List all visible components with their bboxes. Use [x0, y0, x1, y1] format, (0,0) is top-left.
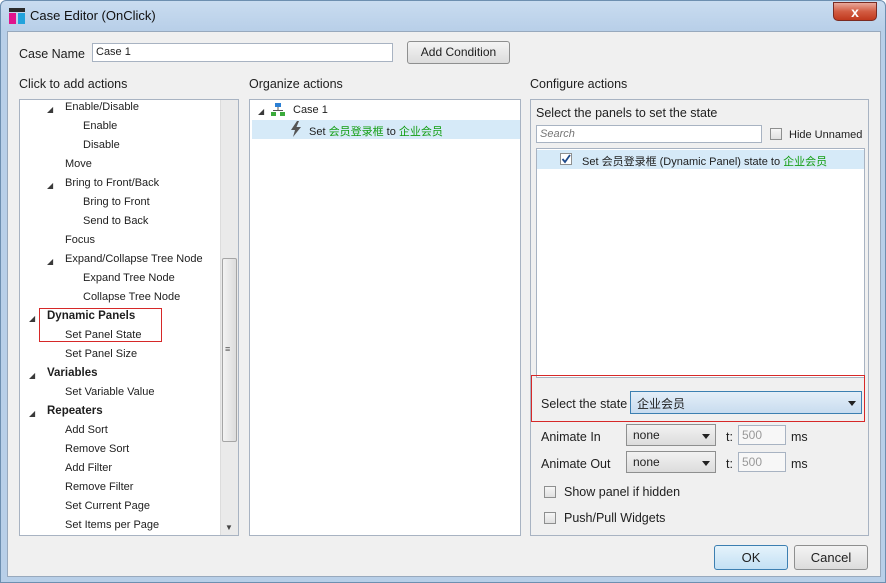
action-item[interactable]: Set Current Page — [65, 500, 150, 512]
action-item[interactable]: Focus — [65, 234, 95, 246]
panels-list: Set 会员登录框 (Dynamic Panel) state to 企业会员 — [536, 148, 865, 378]
panel-row-checkbox[interactable] — [560, 153, 572, 165]
animate-in-t-label: t: — [726, 430, 733, 444]
case-editor-window: Case Editor (OnClick) x Case Name Case 1… — [0, 0, 886, 583]
close-icon: x — [851, 4, 859, 20]
animate-out-label: Animate Out — [541, 457, 611, 471]
actions-list-heading: Click to add actions — [19, 77, 128, 91]
action-item[interactable]: Set Panel Size — [65, 348, 137, 360]
action-item[interactable]: Disable — [83, 139, 120, 151]
animate-in-ms-label: ms — [791, 430, 808, 444]
tree-expander-icon[interactable]: ◢ — [47, 181, 53, 190]
hide-unnamed-checkbox[interactable] — [770, 128, 782, 140]
action-item[interactable]: Bring to Front — [83, 196, 150, 208]
tree-expander-icon[interactable]: ◢ — [29, 371, 35, 380]
hide-unnamed-label: Hide Unnamed — [789, 129, 863, 141]
app-icon — [9, 8, 25, 24]
case-node[interactable]: Case 1 — [293, 104, 328, 116]
action-item[interactable]: Set Variable Value — [65, 386, 154, 398]
show-if-hidden-checkbox[interactable] — [544, 486, 556, 498]
panel-row-text: Set 会员登录框 (Dynamic Panel) state to 企业会员 — [582, 153, 827, 169]
panel-row-state: 企业会员 — [783, 156, 828, 168]
animate-in-label: Animate In — [541, 430, 601, 444]
action-item[interactable]: Move — [65, 158, 92, 170]
case-expander-icon[interactable]: ◢ — [258, 107, 264, 116]
organize-actions-heading: Organize actions — [249, 77, 343, 91]
dialog-body: Case Name Case 1 Add Condition Click to … — [7, 31, 881, 577]
action-prefix: Set — [309, 126, 329, 138]
select-state-label: Select the state — [541, 397, 628, 411]
ok-button[interactable]: OK — [714, 545, 788, 570]
lightning-icon — [291, 121, 301, 137]
close-button[interactable]: x — [833, 2, 877, 21]
tree-expander-icon[interactable]: ◢ — [47, 257, 53, 266]
case-name-label: Case Name — [19, 47, 85, 61]
action-item[interactable]: Expand Tree Node — [83, 272, 175, 284]
action-item[interactable]: Collapse Tree Node — [83, 291, 180, 303]
action-item[interactable]: Bring to Front/Back — [65, 177, 159, 189]
animate-out-select[interactable]: none — [626, 451, 716, 473]
action-category[interactable]: Variables — [47, 367, 98, 379]
tree-expander-icon[interactable]: ◢ — [47, 105, 53, 114]
animate-out-value: none — [633, 455, 660, 469]
action-item[interactable]: Add Sort — [65, 424, 108, 436]
select-panels-heading: Select the panels to set the state — [536, 106, 718, 120]
checkmark-icon — [561, 154, 571, 164]
action-item[interactable]: Set Items per Page — [65, 519, 159, 531]
cancel-button[interactable]: Cancel — [794, 545, 868, 570]
action-item[interactable]: Expand/Collapse Tree Node — [65, 253, 203, 265]
panel-search-input[interactable] — [536, 125, 762, 143]
grip-icon: ≡ — [225, 344, 231, 354]
animate-in-select[interactable]: none — [626, 424, 716, 446]
action-to: to — [383, 126, 399, 138]
animate-in-duration-input[interactable]: 500 — [738, 425, 786, 445]
panel-row-prefix: Set 会员登录框 (Dynamic Panel) state to — [582, 156, 784, 168]
state-select[interactable]: 企业会员 — [630, 391, 862, 414]
action-panel-name: 会员登录框 — [328, 126, 384, 138]
animate-out-duration-input[interactable]: 500 — [738, 452, 786, 472]
highlight-box-set-panel-state — [39, 308, 162, 342]
animate-in-value: none — [633, 428, 660, 442]
panel-row[interactable]: Set 会员登录框 (Dynamic Panel) state to 企业会员 — [537, 150, 864, 169]
case-tree-icon — [271, 103, 285, 116]
case-name-input[interactable]: Case 1 — [92, 43, 393, 62]
actions-tree-panel: ◢ Enable/Disable Enable Disable Move ◢ Bring t… — [19, 99, 239, 536]
action-category[interactable]: Repeaters — [47, 405, 103, 417]
actions-tree-scrollbar[interactable]: ≡ ▼ — [220, 100, 238, 535]
action-item[interactable]: Add Filter — [65, 462, 112, 474]
action-item[interactable]: Enable — [83, 120, 117, 132]
add-condition-button[interactable]: Add Condition — [407, 41, 510, 64]
title-bar[interactable]: Case Editor (OnClick) x — [1, 1, 885, 31]
action-state-name: 企业会员 — [398, 126, 443, 138]
organize-actions-panel: ◢ Case 1 Set 会员登录框 to 企业会员 — [249, 99, 521, 536]
action-item[interactable]: Send to Back — [83, 215, 148, 227]
action-row[interactable]: Set 会员登录框 to 企业会员 — [252, 120, 520, 139]
tree-expander-icon[interactable]: ◢ — [29, 409, 35, 418]
tree-expander-icon[interactable]: ◢ — [29, 314, 35, 323]
push-pull-label: Push/Pull Widgets — [564, 511, 666, 525]
action-item[interactable]: Enable/Disable — [65, 101, 139, 113]
dropdown-arrow-icon — [702, 434, 710, 439]
animate-out-t-label: t: — [726, 457, 733, 471]
dropdown-arrow-icon — [848, 401, 856, 406]
state-select-value: 企业会员 — [637, 397, 686, 411]
animate-out-ms-label: ms — [791, 457, 808, 471]
action-item[interactable]: Remove Filter — [65, 481, 133, 493]
action-text: Set 会员登录框 to 企业会员 — [309, 123, 443, 139]
configure-actions-panel: Select the panels to set the state Hide … — [530, 99, 869, 536]
configure-actions-heading: Configure actions — [530, 77, 628, 91]
action-item[interactable]: Remove Sort — [65, 443, 129, 455]
scroll-down-icon[interactable]: ▼ — [225, 523, 233, 532]
window-title: Case Editor (OnClick) — [30, 8, 156, 23]
push-pull-checkbox[interactable] — [544, 512, 556, 524]
dropdown-arrow-icon — [702, 461, 710, 466]
show-if-hidden-label: Show panel if hidden — [564, 485, 681, 499]
